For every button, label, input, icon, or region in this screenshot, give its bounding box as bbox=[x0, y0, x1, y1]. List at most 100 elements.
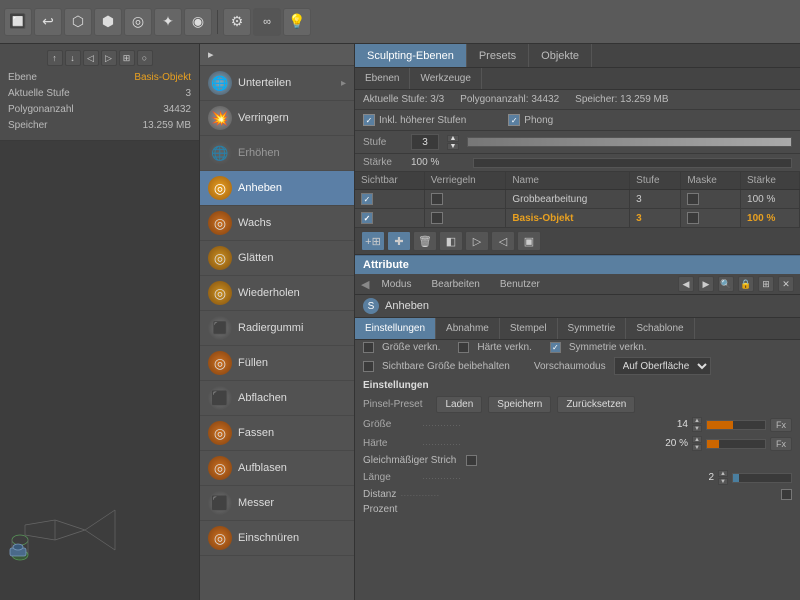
tool-icon-9[interactable]: ∞ bbox=[253, 8, 281, 36]
layer-btn-layer[interactable]: ▣ bbox=[517, 231, 541, 251]
stufe-arrow-up[interactable]: ▲ bbox=[447, 135, 459, 142]
laden-button[interactable]: Laden bbox=[436, 396, 482, 413]
stufe-input[interactable] bbox=[411, 134, 439, 150]
phong-item[interactable]: ✓ Phong bbox=[508, 114, 553, 126]
mode-icon-lock[interactable]: 🔒 bbox=[738, 276, 754, 292]
tool-messer[interactable]: ⬛ Messer bbox=[200, 486, 354, 521]
row2-verriegeln-check[interactable] bbox=[431, 212, 443, 224]
tool-icon-3[interactable]: ⬡ bbox=[64, 8, 92, 36]
tool-icon-10[interactable]: 💡 bbox=[283, 8, 311, 36]
stufe-arrow-down[interactable]: ▼ bbox=[447, 143, 459, 150]
stufe-bar[interactable] bbox=[467, 137, 792, 147]
view-ctrl-circle[interactable]: ○ bbox=[137, 50, 153, 66]
mode-btn-benutzer[interactable]: Benutzer bbox=[492, 277, 548, 292]
row1-maske-check[interactable] bbox=[687, 193, 699, 205]
layer-btn-add[interactable]: ✚ bbox=[387, 231, 411, 251]
vorschaumodus-select[interactable]: Auf Oberfläche bbox=[614, 357, 711, 375]
sichtbare-groesse-checkbox[interactable] bbox=[363, 361, 374, 372]
layer-btn-delete[interactable]: 🗑 bbox=[413, 231, 437, 251]
layer-btn-copy[interactable]: ◧ bbox=[439, 231, 463, 251]
mode-icon-grid[interactable]: ⊞ bbox=[758, 276, 774, 292]
row2-sichtbar[interactable]: ✓ bbox=[355, 209, 424, 228]
tool-aufblasen[interactable]: ◎ Aufblasen bbox=[200, 451, 354, 486]
tool-icon-6[interactable]: ✦ bbox=[154, 8, 182, 36]
speichern-button[interactable]: Speichern bbox=[488, 396, 551, 413]
layer-btn-right[interactable]: ▷ bbox=[465, 231, 489, 251]
tool-wiederholen[interactable]: ◎ Wiederholen bbox=[200, 276, 354, 311]
tab-objekte[interactable]: Objekte bbox=[529, 44, 592, 67]
viewport[interactable] bbox=[0, 141, 199, 600]
tool-glaetten[interactable]: ◎ Glätten bbox=[200, 241, 354, 276]
table-row[interactable]: ✓ Grobbearbeitung 3 100 % bbox=[355, 190, 800, 209]
tool-icon-4[interactable]: ⬢ bbox=[94, 8, 122, 36]
gleichm-checkbox[interactable] bbox=[466, 455, 477, 466]
laenge-arrow-up[interactable]: ▲ bbox=[718, 470, 728, 477]
mode-icon-next[interactable]: ▶ bbox=[698, 276, 714, 292]
phong-checkbox[interactable]: ✓ bbox=[508, 114, 520, 126]
row1-maske[interactable] bbox=[681, 190, 741, 209]
haerte-bar[interactable] bbox=[706, 439, 766, 449]
mode-icon-search[interactable]: 🔍 bbox=[718, 276, 734, 292]
mode-icon-close[interactable]: ✕ bbox=[778, 276, 794, 292]
haerte-arrow-up[interactable]: ▲ bbox=[692, 436, 702, 443]
tool-unterteilen[interactable]: 🌐 Unterteilen ▸ bbox=[200, 66, 354, 101]
view-ctrl-grid[interactable]: ⊞ bbox=[119, 50, 135, 66]
view-ctrl-up[interactable]: ↑ bbox=[47, 50, 63, 66]
row1-verriegeln[interactable] bbox=[424, 190, 506, 209]
row2-sichtbar-check[interactable]: ✓ bbox=[361, 212, 373, 224]
tab-presets[interactable]: Presets bbox=[467, 44, 529, 67]
view-ctrl-right[interactable]: ▷ bbox=[101, 50, 117, 66]
sculpt-tab-werkzeuge[interactable]: Werkzeuge bbox=[410, 68, 481, 89]
haerte-verkn-checkbox[interactable] bbox=[458, 342, 469, 353]
row1-sichtbar[interactable]: ✓ bbox=[355, 190, 424, 209]
mode-icon-prev[interactable]: ◀ bbox=[678, 276, 694, 292]
tool-wachs[interactable]: ◎ Wachs bbox=[200, 206, 354, 241]
laenge-bar[interactable] bbox=[732, 473, 792, 483]
sculpt-tab-ebenen[interactable]: Ebenen bbox=[355, 68, 410, 89]
mode-btn-bearbeiten[interactable]: Bearbeiten bbox=[423, 277, 487, 292]
zuruecksetzen-button[interactable]: Zurücksetzen bbox=[557, 396, 635, 413]
tool-icon-1[interactable]: 🔲 bbox=[4, 8, 32, 36]
tool-radiergummi[interactable]: ⬛ Radiergummi bbox=[200, 311, 354, 346]
tool-icon-8[interactable]: ⚙ bbox=[223, 8, 251, 36]
brush-tab-einstellungen[interactable]: Einstellungen bbox=[355, 318, 436, 339]
brush-tab-schablone[interactable]: Schablone bbox=[626, 318, 694, 339]
tool-fassen[interactable]: ◎ Fassen bbox=[200, 416, 354, 451]
tool-icon-7[interactable]: ◉ bbox=[184, 8, 212, 36]
laenge-arrow-down[interactable]: ▼ bbox=[718, 478, 728, 485]
groesse-fx-button[interactable]: Fx bbox=[770, 418, 792, 432]
mode-btn-modus[interactable]: Modus bbox=[373, 277, 419, 292]
row2-maske-check[interactable] bbox=[687, 212, 699, 224]
tool-abflachen[interactable]: ⬛ Abflachen bbox=[200, 381, 354, 416]
brush-tab-stempel[interactable]: Stempel bbox=[500, 318, 558, 339]
tool-verringern[interactable]: 💥 Verringern bbox=[200, 101, 354, 136]
brush-tab-symmetrie[interactable]: Symmetrie bbox=[558, 318, 627, 339]
row2-maske[interactable] bbox=[681, 209, 741, 228]
inkl-hoehere-item[interactable]: ✓ Inkl. höherer Stufen bbox=[363, 114, 466, 126]
row2-verriegeln[interactable] bbox=[424, 209, 506, 228]
view-ctrl-down[interactable]: ↓ bbox=[65, 50, 81, 66]
groesse-verkn-checkbox[interactable] bbox=[363, 342, 374, 353]
haerte-fx-button[interactable]: Fx bbox=[770, 437, 792, 451]
groesse-arrow-up[interactable]: ▲ bbox=[692, 417, 702, 424]
symmetrie-verkn-checkbox[interactable]: ✓ bbox=[550, 342, 561, 353]
view-ctrl-left[interactable]: ◁ bbox=[83, 50, 99, 66]
tool-erhoehen[interactable]: 🌐 Erhöhen bbox=[200, 136, 354, 171]
row1-sichtbar-check[interactable]: ✓ bbox=[361, 193, 373, 205]
table-row[interactable]: ✓ Basis-Objekt 3 100 % bbox=[355, 209, 800, 228]
groesse-arrow-down[interactable]: ▼ bbox=[692, 425, 702, 432]
inkl-hoehere-checkbox[interactable]: ✓ bbox=[363, 114, 375, 126]
distanz-checkbox[interactable] bbox=[781, 489, 792, 500]
tool-anheben[interactable]: ◎ Anheben bbox=[200, 171, 354, 206]
layer-btn-left[interactable]: ◁ bbox=[491, 231, 515, 251]
brush-tab-abnahme[interactable]: Abnahme bbox=[436, 318, 500, 339]
layer-btn-new-plus[interactable]: +⊞ bbox=[361, 231, 385, 251]
tool-icon-5[interactable]: ◎ bbox=[124, 8, 152, 36]
groesse-bar[interactable] bbox=[706, 420, 766, 430]
haerte-arrow-down[interactable]: ▼ bbox=[692, 444, 702, 451]
tool-fuellen[interactable]: ◎ Füllen bbox=[200, 346, 354, 381]
staerke-bar[interactable] bbox=[473, 158, 792, 168]
tab-sculpting-ebenen[interactable]: Sculpting-Ebenen bbox=[355, 44, 467, 67]
tool-einschnueren[interactable]: ◎ Einschnüren bbox=[200, 521, 354, 556]
tool-icon-2[interactable]: ↩ bbox=[34, 8, 62, 36]
